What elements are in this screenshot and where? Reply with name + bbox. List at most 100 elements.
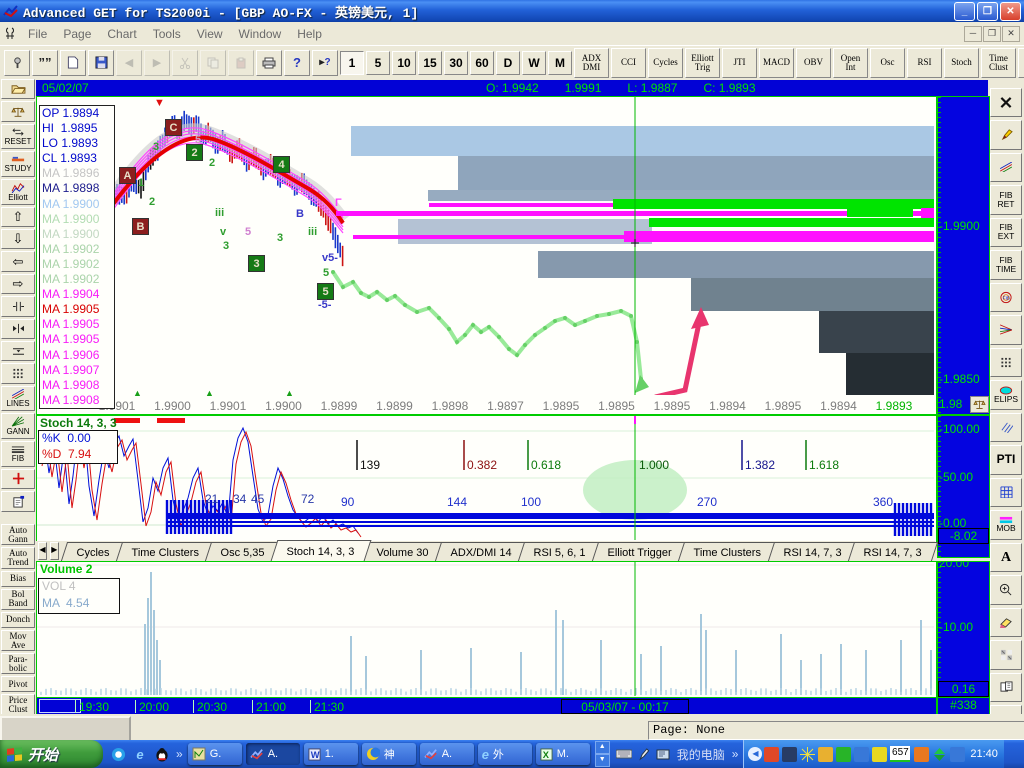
- study-chart-button[interactable]: STUDY: [1, 151, 35, 177]
- tab-rsi-5-6-1[interactable]: RSI 5, 6, 1: [518, 542, 602, 561]
- child-close-button[interactable]: ✕: [1002, 26, 1020, 42]
- child-minimize-button[interactable]: ─: [964, 26, 982, 42]
- mouse-icon[interactable]: [782, 747, 797, 762]
- price-chart-panel[interactable]: OP 1.9894HI 1.9895LO 1.9893CL 1.9893MA 1…: [36, 96, 937, 415]
- pattern-grid-button[interactable]: [990, 640, 1022, 670]
- tool-para--bolic-button[interactable]: Para- bolic: [1, 653, 35, 674]
- square-yellow-icon[interactable]: [872, 747, 887, 762]
- letter-a-button[interactable]: A: [990, 543, 1022, 573]
- cut-button[interactable]: [172, 50, 198, 76]
- close-x-button[interactable]: [990, 88, 1022, 118]
- tool-pivot-button[interactable]: Pivot: [1, 676, 35, 692]
- trend-lines-button[interactable]: LINES: [1, 386, 35, 412]
- network-icon[interactable]: [854, 747, 869, 762]
- chevron-icon[interactable]: »: [732, 747, 739, 761]
- volume-panel[interactable]: Volume 2 VOL 4 MA 4.54: [36, 561, 937, 699]
- forward-button[interactable]: ▶: [144, 50, 170, 76]
- tool-mov-ave-button[interactable]: Mov Ave: [1, 630, 35, 651]
- indicator-obv-button[interactable]: OBV: [796, 48, 831, 78]
- open-folder-button[interactable]: [1, 79, 35, 99]
- elliott-wave-button[interactable]: Elliott: [1, 179, 35, 205]
- pencil-button[interactable]: [990, 120, 1022, 150]
- ball-orange-icon[interactable]: [914, 747, 929, 762]
- zoom-in-button[interactable]: [990, 575, 1022, 605]
- fib-ext-button[interactable]: FIB EXT: [990, 218, 1022, 248]
- updown-icon[interactable]: [932, 747, 947, 762]
- grid-dots-button[interactable]: [990, 348, 1022, 378]
- task-button-a[interactable]: A.: [246, 743, 300, 765]
- tab-rsi-14-7-3[interactable]: RSI 14, 7, 3: [768, 542, 858, 561]
- chevron-icon[interactable]: »: [176, 747, 183, 761]
- pin-button[interactable]: [4, 50, 30, 76]
- keyboard-tray-button[interactable]: [616, 748, 632, 761]
- eraser-button[interactable]: [990, 608, 1022, 638]
- indicator-open-int-button[interactable]: Open Int: [833, 48, 868, 78]
- monitor-green-icon[interactable]: [836, 747, 851, 762]
- bar-width-button[interactable]: [1, 319, 35, 339]
- dog-icon[interactable]: [818, 747, 833, 762]
- tab-adx-dmi-14[interactable]: ADX/DMI 14: [435, 542, 528, 561]
- start-button[interactable]: 开始: [0, 740, 103, 768]
- people-icon[interactable]: [764, 747, 779, 762]
- task-button-g[interactable]: G.: [188, 743, 242, 765]
- indicator-jti-button[interactable]: JTI: [722, 48, 757, 78]
- taskbar-scroll[interactable]: ▲ ▼: [595, 741, 610, 767]
- blue-grid-button[interactable]: [990, 478, 1022, 508]
- back-button[interactable]: ◀: [116, 50, 142, 76]
- tab-elliott-trigger[interactable]: Elliott Trigger: [592, 542, 688, 561]
- counter-badge[interactable]: 657: [890, 746, 910, 762]
- tool-bol-band-button[interactable]: Bol Band: [1, 589, 35, 610]
- timeframe-W-button[interactable]: W: [522, 51, 546, 75]
- tool-price-clust-button[interactable]: Price Clust: [1, 694, 35, 715]
- timeframe-1-button[interactable]: 1: [340, 51, 364, 75]
- scales-tool-icon[interactable]: [970, 396, 989, 413]
- tool-auto-trend-button[interactable]: Auto Trend: [1, 547, 35, 568]
- task-button-1[interactable]: W1.: [304, 743, 358, 765]
- fib-time-button[interactable]: FIB TIME: [990, 250, 1022, 280]
- tab-stoch-14-3-3[interactable]: Stoch 14, 3, 3: [271, 540, 372, 561]
- tablet-tray-button[interactable]: [656, 748, 670, 761]
- pen-tray-button[interactable]: [638, 748, 650, 761]
- messenger-launch-button[interactable]: [109, 745, 127, 763]
- arrow-up-button[interactable]: ⇧: [1, 207, 35, 227]
- tab-scroll-left[interactable]: ◀: [38, 542, 47, 560]
- minimize-button[interactable]: _: [954, 2, 975, 21]
- indicator-elliott-trig-button[interactable]: Elliott Trig: [685, 48, 720, 78]
- task-button-m[interactable]: XM.: [536, 743, 590, 765]
- fan-lines-button[interactable]: [990, 315, 1022, 345]
- timeframe-30-button[interactable]: 30: [444, 51, 468, 75]
- quotes-button[interactable]: ””: [32, 50, 58, 76]
- context-help-button[interactable]: ▸?: [312, 50, 338, 76]
- trend-lines-button[interactable]: [990, 153, 1022, 183]
- star-icon[interactable]: [800, 747, 815, 762]
- indicator-rsi-button[interactable]: RSI: [907, 48, 942, 78]
- tab-rsi-14-7-3[interactable]: RSI 14, 7, 3: [848, 542, 938, 561]
- menu-file[interactable]: File: [20, 24, 55, 44]
- price-scale[interactable]: -1.9900-1.98501.98: [937, 96, 990, 415]
- child-restore-button[interactable]: ❐: [983, 26, 1001, 42]
- arrow-left-button[interactable]: ⇦: [1, 251, 35, 271]
- tool-bias-button[interactable]: Bias: [1, 571, 35, 587]
- ellipse-button[interactable]: ELIPS: [990, 380, 1022, 410]
- network2-icon[interactable]: [950, 747, 965, 762]
- tab-osc-5-35[interactable]: Osc 5,35: [205, 542, 281, 561]
- tab-scroll-right[interactable]: ▶: [50, 542, 59, 560]
- stochastic-panel[interactable]: Stoch 14, 3, 3 %K 0.00 %D 7.94 1390.3820…: [36, 415, 937, 543]
- indicator-macd-button[interactable]: MACD: [759, 48, 794, 78]
- reset-arrows-button[interactable]: RESET: [1, 124, 35, 150]
- timeframe-60-button[interactable]: 60: [470, 51, 494, 75]
- indicator-osc-button[interactable]: Osc: [870, 48, 905, 78]
- task-button-[interactable]: e外: [478, 743, 532, 765]
- timeframe-15-button[interactable]: 15: [418, 51, 442, 75]
- restore-button[interactable]: ❐: [977, 2, 998, 21]
- menu-help[interactable]: Help: [289, 24, 330, 44]
- tool-auto-gann-button[interactable]: Auto Gann: [1, 524, 35, 545]
- tab-time-clusters[interactable]: Time Clusters: [678, 542, 778, 561]
- stoch-scale[interactable]: -100.00-50.00-0.00-8.02: [937, 415, 990, 558]
- indicator-stoch-button[interactable]: Stoch: [944, 48, 979, 78]
- tab-time-clusters[interactable]: Time Clusters: [116, 542, 216, 561]
- scales-button[interactable]: [1, 101, 35, 121]
- paste-button[interactable]: [228, 50, 254, 76]
- help-button[interactable]: ?: [284, 50, 310, 76]
- task-button-[interactable]: 神: [362, 743, 416, 765]
